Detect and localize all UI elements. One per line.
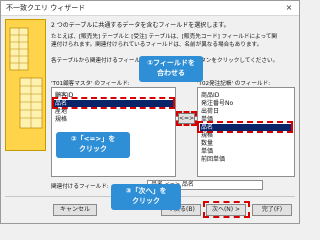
- instruction-line-2: たとえば、[販売先] テーブルと [受注] テーブルは、[販売先コード] フィー…: [51, 34, 277, 40]
- right-selection-highlight: [197, 121, 293, 133]
- left-field-item[interactable]: 産地: [54, 108, 68, 115]
- left-list-label: 'T01顧客マスタ' のフィールド:: [51, 81, 130, 87]
- callout-click-pair-line2: クリック: [79, 145, 107, 153]
- matching-fields-label: 関連付けるフィールド:: [51, 184, 109, 190]
- callout-click-next-line1: ③「次へ」を: [125, 187, 167, 195]
- right-list-label: 'T02発注記帳' のフィールド:: [197, 81, 271, 87]
- window-title: 不一致クエリ ウィザード: [6, 4, 86, 12]
- title-bar: 不一致クエリ ウィザード ×: [1, 1, 299, 16]
- right-field-item[interactable]: 数量: [200, 140, 214, 147]
- callout-click-pair: ②「<=>」を クリック: [56, 132, 130, 158]
- right-field-item[interactable]: 規格: [200, 132, 214, 139]
- instruction-line-1: 2 つのテーブルに共通するデータを含むフィールドを選択します。: [51, 22, 230, 29]
- right-field-item[interactable]: 出荷日: [200, 108, 220, 115]
- right-field-item[interactable]: 単価: [200, 148, 214, 155]
- callout-match-fields-line1: ①フィールドを: [147, 59, 195, 67]
- callout-click-pair-line1: ②「<=>」を: [70, 135, 116, 143]
- table-diagram-icon: [9, 27, 43, 129]
- finish-button[interactable]: 完了(F): [252, 204, 292, 216]
- callout-click-next: ③「次へ」を クリック: [111, 184, 181, 210]
- next-button-highlight: [203, 201, 250, 218]
- right-field-item[interactable]: 発注番号No: [200, 100, 234, 107]
- callout-click-next-line2: クリック: [132, 197, 160, 205]
- callout-match-fields: ①フィールドを 合わせる: [139, 56, 203, 82]
- callout-match-fields-line2: 合わせる: [157, 69, 185, 77]
- pair-button-highlight: [176, 111, 197, 126]
- cancel-button[interactable]: キャンセル: [53, 204, 97, 216]
- right-field-item[interactable]: 前回単価: [200, 156, 226, 163]
- right-field-item[interactable]: 商品ID: [200, 92, 220, 99]
- left-selection-highlight: [52, 97, 175, 109]
- query-wizard-window: 不一致クエリ ウィザード × 2 つのテーブルに共通するデータを含むフィールドを…: [0, 0, 300, 224]
- instruction-line-3: 連付けられます。関連付けられているフィールドは、名前が異なる場合もあります。: [51, 42, 263, 48]
- wizard-illustration: [5, 19, 46, 151]
- left-field-item[interactable]: 規格: [54, 116, 68, 123]
- close-button[interactable]: ×: [282, 2, 296, 13]
